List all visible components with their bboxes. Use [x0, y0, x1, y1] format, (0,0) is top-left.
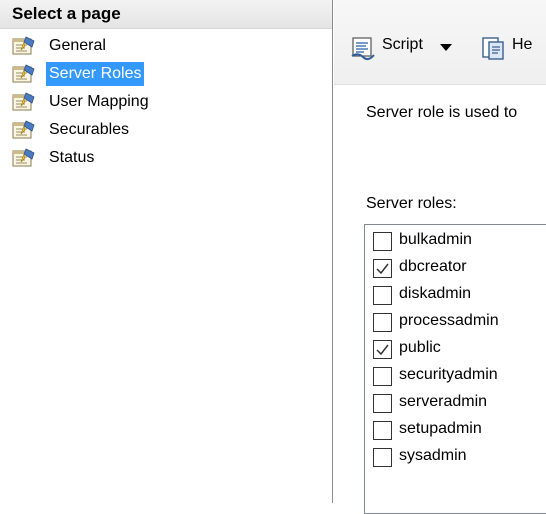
select-page-title: Select a page — [12, 4, 121, 23]
role-label: bulkadmin — [399, 231, 472, 248]
role-label: sysadmin — [399, 447, 467, 464]
content-pane: Script He Server role is used to Server … — [334, 0, 546, 514]
server-roles-label: Server roles: — [366, 195, 457, 212]
page-icon — [12, 36, 35, 55]
role-label: processadmin — [399, 312, 499, 329]
role-label: dbcreator — [399, 258, 467, 275]
role-checkbox[interactable] — [373, 421, 392, 440]
toolbar: Script He — [334, 0, 546, 85]
page-item-label: User Mapping — [49, 93, 149, 110]
page-icon — [12, 92, 35, 111]
role-item-diskadmin[interactable]: diskadmin — [373, 283, 546, 310]
role-label: securityadmin — [399, 366, 498, 383]
description-text: Server role is used to — [366, 104, 518, 121]
page-icon — [12, 148, 35, 167]
checkmark-icon — [376, 263, 389, 275]
role-checkbox[interactable] — [373, 259, 392, 278]
role-label: diskadmin — [399, 285, 472, 302]
role-checkbox[interactable] — [373, 394, 392, 413]
role-item-securityadmin[interactable]: securityadmin — [373, 364, 546, 391]
help-icon — [482, 37, 504, 60]
page-item-label: Securables — [49, 121, 130, 138]
role-label: serveradmin — [399, 393, 488, 410]
role-checkbox[interactable] — [373, 232, 392, 251]
server-roles-list[interactable]: bulkadmin dbcreator diskadmin processadmin p… — [364, 224, 546, 514]
script-dropdown-arrow-icon[interactable] — [440, 44, 452, 51]
page-item-label: General — [49, 37, 106, 54]
page-selector-pane: Select a page General Server Roles User Ma… — [0, 0, 333, 503]
help-label: He — [512, 36, 533, 53]
role-item-setupadmin[interactable]: setupadmin — [373, 418, 546, 445]
script-icon — [351, 37, 375, 61]
page-icon — [12, 64, 35, 83]
select-page-header: Select a page — [0, 0, 332, 29]
role-checkbox[interactable] — [373, 448, 392, 467]
help-button[interactable]: He — [480, 30, 546, 64]
role-item-serveradmin[interactable]: serveradmin — [373, 391, 546, 418]
role-item-public[interactable]: public — [373, 337, 546, 364]
role-checkbox[interactable] — [373, 286, 392, 305]
role-item-processadmin[interactable]: processadmin — [373, 310, 546, 337]
script-label: Script — [382, 36, 423, 53]
role-item-bulkadmin[interactable]: bulkadmin — [373, 229, 546, 256]
role-item-dbcreator[interactable]: dbcreator — [373, 256, 546, 283]
page-item-label: Status — [49, 149, 95, 166]
role-item-sysadmin[interactable]: sysadmin — [373, 445, 546, 472]
role-label: public — [399, 339, 441, 356]
script-button[interactable]: Script — [350, 30, 458, 64]
role-checkbox[interactable] — [373, 367, 392, 386]
role-checkbox[interactable] — [373, 313, 392, 332]
role-checkbox[interactable] — [373, 340, 392, 359]
page-icon — [12, 120, 35, 139]
checkmark-icon — [376, 344, 389, 356]
role-label: setupadmin — [399, 420, 482, 437]
page-item-label: Server Roles — [46, 62, 145, 86]
